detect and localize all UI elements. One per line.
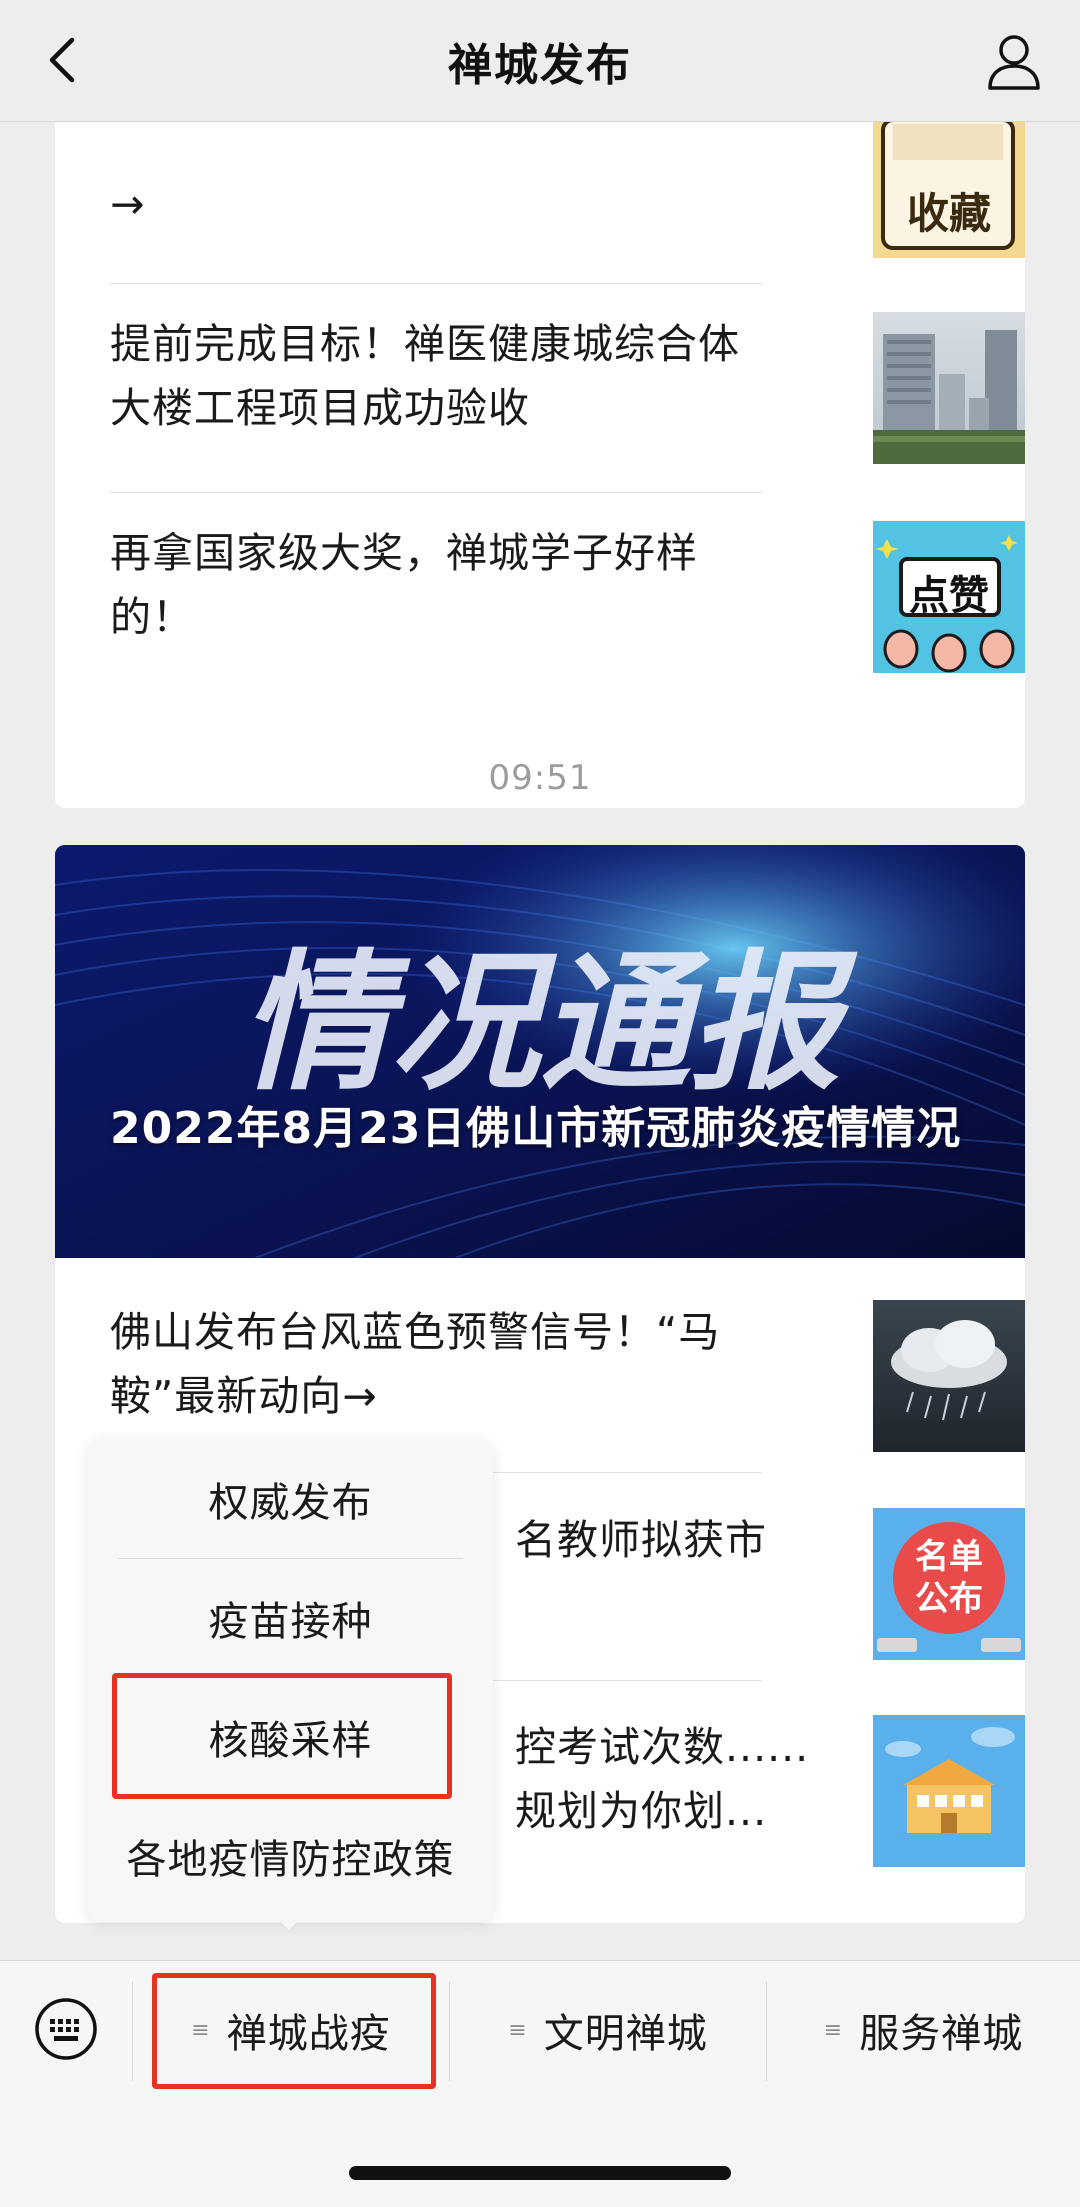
submenu-popup: 权威发布 疫苗接种 核酸采样 各地疫情防控政策 <box>88 1440 493 1922</box>
menu-lines-icon: ≡ <box>823 2017 844 2043</box>
news-thumbnail-building <box>873 312 1025 464</box>
thumbnail-label-line: 公布 <box>915 1579 983 1619</box>
menu-item-nucleic-acid-sampling[interactable]: 核酸采样 <box>88 1678 493 1796</box>
news-thumbnail-like: 点赞 <box>873 521 1025 673</box>
menu-item-authority-release[interactable]: 权威发布 <box>88 1440 493 1558</box>
keyboard-toggle-button[interactable] <box>34 1997 98 2061</box>
news-item-title: 控考试次数...... 规划为你划... <box>515 1723 810 1835</box>
home-indicator[interactable] <box>349 2166 731 2180</box>
news-item-title: 佛山发布台风蓝色预警信号！“马鞍”最新动向→ <box>110 1308 721 1420</box>
storm-cloud-image <box>873 1300 1025 1452</box>
news-item-title: 提前完成目标！禅医健康城综合体大楼工程项目成功验收 <box>110 320 740 432</box>
menu-item-local-epidemic-policy[interactable]: 各地疫情防控政策 <box>88 1797 493 1915</box>
thumbnail-label: 点赞 <box>909 573 989 619</box>
tab-civilized-chancheng[interactable]: ≡ 文明禅城 <box>450 1961 766 2099</box>
back-button[interactable] <box>36 30 96 90</box>
news-item-title: → <box>110 180 146 228</box>
thumbnail-label: 收藏 <box>906 189 991 238</box>
headline-banner[interactable]: 情况通报 2022年8月23日佛山市新冠肺炎疫情情况 <box>55 845 1025 1258</box>
news-thumbnail-school <box>873 1715 1025 1867</box>
page-title: 禅城发布 <box>448 39 632 91</box>
message-timestamp: 09:51 <box>488 758 592 798</box>
banner-title: 2022年8月23日佛山市新冠肺炎疫情情况 <box>110 1103 962 1154</box>
navigation-bar: 禅城发布 <box>0 0 1080 122</box>
banner-background: 情况通报 <box>55 845 1025 1258</box>
tab-chancheng-fight-epidemic[interactable]: ≡ 禅城战疫 <box>133 1961 449 2099</box>
banner-big-text: 情况通报 <box>240 937 858 1111</box>
divider <box>110 283 762 284</box>
news-item-title: 名教师拟获市 <box>515 1516 767 1564</box>
menu-item-vaccination[interactable]: 疫苗接种 <box>88 1559 493 1677</box>
tab-label: 服务禅城 <box>859 2011 1024 2057</box>
news-thumbnail-collect: 收藏 <box>873 122 1025 258</box>
school-illustration <box>873 1715 1025 1867</box>
thumbnail-label: 名单 公布 <box>873 1536 1025 1620</box>
building-photo <box>873 312 1025 464</box>
news-thumbnail-list: 名单 公布 <box>873 1508 1025 1660</box>
popup-pointer <box>277 1918 301 1930</box>
chat-screen: 禅城发布 → 收藏 提前完成目标！禅医健康城综合体大楼工程项目成功验收 再拿国家… <box>0 0 1080 2207</box>
tab-service-chancheng[interactable]: ≡ 服务禅城 <box>767 1961 1080 2099</box>
news-thumbnail-storm <box>873 1300 1025 1452</box>
keyboard-icon <box>35 1998 97 2060</box>
tab-label: 禅城战疫 <box>226 2011 391 2057</box>
menu-lines-icon: ≡ <box>191 2017 211 2043</box>
profile-icon <box>988 35 1040 90</box>
article-card: → 收藏 提前完成目标！禅医健康城综合体大楼工程项目成功验收 再拿国家级大奖，禅… <box>55 122 1025 808</box>
profile-button[interactable] <box>982 30 1046 94</box>
menu-lines-icon: ≡ <box>508 2017 528 2043</box>
news-item-title: 再拿国家级大奖，禅城学子好样的！ <box>110 529 698 641</box>
back-chevron-icon <box>49 37 75 83</box>
divider <box>110 492 762 493</box>
tab-label: 文明禅城 <box>543 2011 708 2057</box>
thumbnail-label-line: 名单 <box>915 1537 983 1577</box>
